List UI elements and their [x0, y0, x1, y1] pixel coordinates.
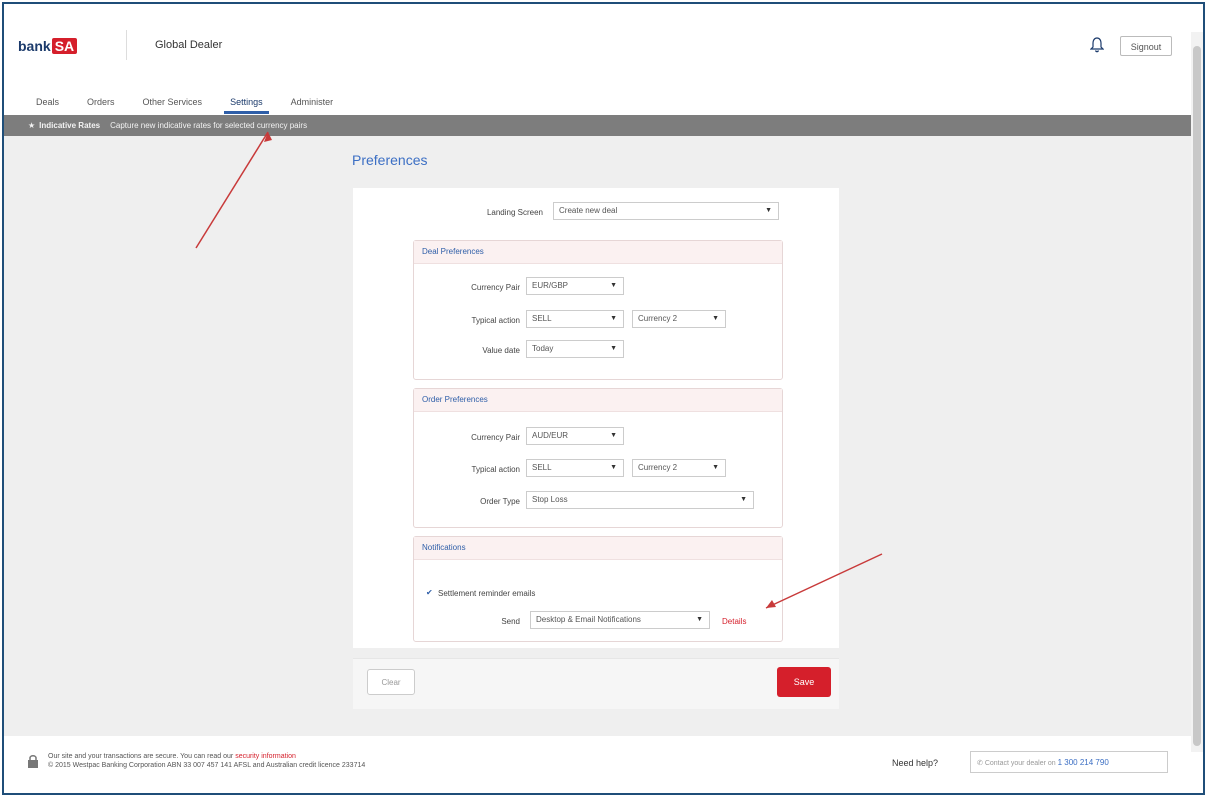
security-info-link[interactable]: security information	[235, 753, 296, 760]
page-title: Preferences	[352, 152, 428, 168]
bank-logo[interactable]: bank SA	[18, 38, 78, 54]
deal-currency-pair-label: Currency Pair	[471, 283, 520, 292]
order-preferences-title: Order Preferences	[414, 389, 782, 412]
chevron-down-icon: ▼	[610, 282, 617, 289]
chevron-down-icon: ▼	[712, 464, 719, 471]
tab-other-services[interactable]: Other Services	[129, 92, 217, 112]
security-notice: Our site and your transactions are secur…	[48, 752, 365, 770]
deal-typical-action-select[interactable]: SELL ▼	[526, 310, 624, 328]
logo-mark: SA	[51, 38, 78, 54]
page-footer: Our site and your transactions are secur…	[4, 742, 1191, 782]
save-button[interactable]: Save	[777, 667, 831, 697]
order-type-label: Order Type	[480, 497, 520, 506]
notice-text: Capture new indicative rates for selecte…	[110, 121, 308, 130]
chevron-down-icon: ▼	[740, 496, 747, 503]
landing-screen-value: Create new deal	[559, 206, 618, 215]
deal-typical-action-value: SELL	[532, 314, 552, 323]
details-link[interactable]: Details	[722, 617, 746, 626]
app-title: Global Dealer	[126, 30, 222, 60]
tab-administer[interactable]: Administer	[277, 92, 348, 112]
contact-text: Contact your dealer on	[984, 760, 1056, 767]
order-type-value: Stop Loss	[532, 495, 568, 504]
contact-dealer-box: ✆ Contact your dealer on 1 300 214 790	[970, 751, 1168, 773]
security-line-1: Our site and your transactions are secur…	[48, 752, 365, 761]
deal-currency-select[interactable]: Currency 2 ▼	[632, 310, 726, 328]
preferences-card: Landing Screen Create new deal ▼ Deal Pr…	[353, 188, 839, 648]
notifications-title: Notifications	[414, 537, 782, 560]
order-currency-pair-label: Currency Pair	[471, 433, 520, 442]
order-typical-action-value: SELL	[532, 463, 552, 472]
landing-screen-select[interactable]: Create new deal ▼	[553, 202, 779, 220]
deal-currency-value: Currency 2	[638, 314, 678, 323]
deal-value-date-value: Today	[532, 344, 554, 353]
main-nav: Deals Orders Other Services Settings Adm…	[22, 92, 348, 114]
order-type-select[interactable]: Stop Loss ▼	[526, 491, 754, 509]
tab-deals[interactable]: Deals	[22, 92, 73, 112]
app-header: bank SA Global Dealer Signout Deals Order…	[4, 4, 1191, 114]
indicative-rates-bar[interactable]: ★ Indicative Rates Capture new indicative …	[4, 115, 1191, 136]
vertical-scrollbar[interactable]	[1191, 32, 1203, 752]
notice-label: Indicative Rates	[39, 121, 101, 130]
chevron-down-icon: ▼	[610, 345, 617, 352]
deal-value-date-select[interactable]: Today ▼	[526, 340, 624, 358]
deal-typical-action-label: Typical action	[471, 316, 520, 325]
browser-window: bank SA Global Dealer Signout Deals Order…	[2, 2, 1205, 795]
phone-number-link[interactable]: 1 300 214 790	[1058, 758, 1109, 767]
security-text: Our site and your transactions are secur…	[48, 753, 234, 760]
send-select[interactable]: Desktop & Email Notifications ▼	[530, 611, 710, 629]
copyright-text: © 2015 Westpac Banking Corporation ABN 3…	[48, 762, 366, 769]
order-currency-value: Currency 2	[638, 463, 678, 472]
settlement-checkbox[interactable]: ✔	[426, 589, 434, 597]
lock-icon-svg	[28, 755, 38, 768]
scrollbar-thumb[interactable]	[1193, 46, 1201, 746]
bell-icon-svg	[1089, 37, 1105, 53]
order-currency-pair-value: AUD/EUR	[532, 431, 569, 440]
deal-currency-pair-value: EUR/GBP	[532, 281, 569, 290]
chevron-down-icon: ▼	[696, 616, 703, 623]
chevron-down-icon: ▼	[610, 464, 617, 471]
order-preferences-section: Order Preferences Currency Pair AUD/EUR …	[413, 388, 783, 528]
send-value: Desktop & Email Notifications	[536, 615, 641, 624]
star-icon: ★	[28, 121, 36, 130]
send-label: Send	[501, 617, 520, 626]
deal-currency-pair-select[interactable]: EUR/GBP ▼	[526, 277, 624, 295]
order-currency-pair-select[interactable]: AUD/EUR ▼	[526, 427, 624, 445]
deal-preferences-section: Deal Preferences Currency Pair EUR/GBP ▼…	[413, 240, 783, 380]
chevron-down-icon: ▼	[610, 432, 617, 439]
chevron-down-icon: ▼	[610, 315, 617, 322]
deal-value-date-label: Value date	[482, 346, 520, 355]
order-currency-select[interactable]: Currency 2 ▼	[632, 459, 726, 477]
form-actions: Clear Save	[353, 658, 839, 709]
order-typical-action-label: Typical action	[471, 465, 520, 474]
bell-icon[interactable]	[1089, 37, 1106, 53]
signout-button[interactable]: Signout	[1120, 36, 1172, 56]
landing-screen-label: Landing Screen	[486, 208, 543, 217]
chevron-down-icon: ▼	[712, 315, 719, 322]
order-typical-action-select[interactable]: SELL ▼	[526, 459, 624, 477]
phone-icon: ✆	[977, 760, 983, 767]
tab-settings[interactable]: Settings	[216, 92, 277, 114]
lock-icon	[26, 754, 40, 771]
need-help-label: Need help?	[892, 758, 939, 768]
deal-preferences-title: Deal Preferences	[414, 241, 782, 264]
logo-text: bank	[18, 38, 51, 54]
tab-orders[interactable]: Orders	[73, 92, 129, 112]
settlement-reminder-label: Settlement reminder emails	[438, 589, 536, 598]
clear-button[interactable]: Clear	[367, 669, 415, 695]
chevron-down-icon: ▼	[765, 207, 772, 214]
notifications-section: Notifications ✔ Settlement reminder emai…	[413, 536, 783, 642]
